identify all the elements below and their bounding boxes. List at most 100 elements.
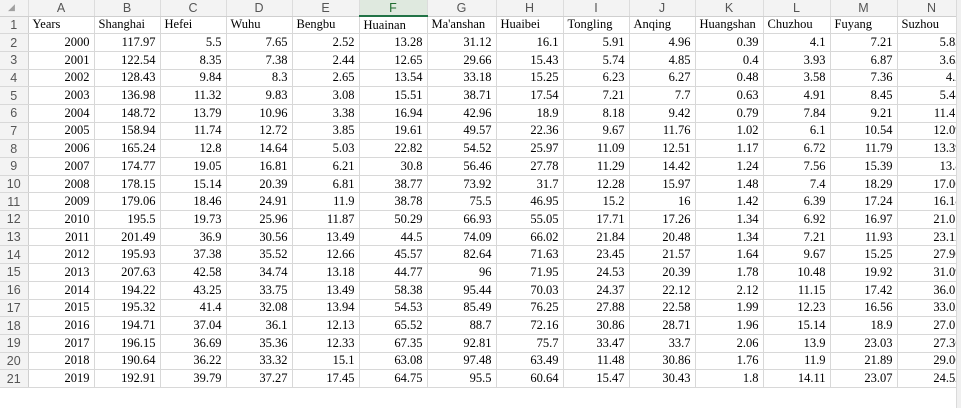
cell[interactable]: 36.1	[226, 316, 293, 335]
cell[interactable]: 76.25	[496, 299, 564, 318]
cell[interactable]: 2.65	[292, 69, 360, 88]
row-header[interactable]: 20	[0, 352, 29, 371]
cell[interactable]: 9.84	[160, 69, 227, 88]
cell[interactable]: 43.25	[160, 281, 227, 300]
column-header-c[interactable]: C	[160, 0, 227, 17]
cell[interactable]: 23.12	[897, 228, 956, 247]
cell[interactable]: 8.3	[226, 69, 293, 88]
cell[interactable]: 20.39	[629, 263, 696, 282]
cell[interactable]: 17.42	[830, 281, 898, 300]
cell[interactable]: Anqing	[629, 16, 696, 35]
cell[interactable]: 35.36	[226, 334, 293, 353]
cell[interactable]: 16.97	[830, 210, 898, 229]
cell[interactable]: 5.91	[563, 33, 630, 52]
cell[interactable]: 24.91	[226, 192, 293, 212]
cell[interactable]: 2008	[28, 175, 95, 194]
cell[interactable]: 46.95	[496, 192, 564, 212]
cell[interactable]: 13.8	[897, 157, 956, 176]
cell[interactable]: 25.96	[226, 210, 293, 229]
cell[interactable]: 194.71	[94, 316, 161, 335]
cell[interactable]: 13.79	[160, 104, 227, 123]
cell[interactable]: 6.92	[763, 210, 831, 229]
cell[interactable]: 2004	[28, 104, 95, 123]
cell[interactable]: 34.74	[226, 263, 293, 282]
cell[interactable]: 38.77	[359, 175, 428, 194]
cell[interactable]: 67.35	[359, 334, 428, 353]
cell[interactable]: Bengbu	[292, 16, 360, 35]
cell[interactable]: 7.7	[629, 86, 696, 105]
cell[interactable]: 11.93	[830, 228, 898, 247]
cell[interactable]: 13.54	[359, 69, 428, 88]
cell[interactable]: 11.09	[563, 139, 630, 158]
spreadsheet-grid[interactable]: ◢ ABCDEFGHIJKLMN 1 Years Shanghai Hefei Wuhu…	[0, 0, 956, 408]
cell[interactable]: 2010	[28, 210, 95, 229]
cell[interactable]: 7.56	[763, 157, 831, 176]
cell[interactable]: 29.06	[897, 352, 956, 371]
cell[interactable]: 3.08	[292, 86, 360, 105]
cell[interactable]: 27.07	[897, 316, 956, 335]
cell[interactable]: 2017	[28, 334, 95, 353]
cell[interactable]: 1.17	[695, 139, 764, 158]
cell[interactable]: 1.78	[695, 263, 764, 282]
cell[interactable]: 7.65	[226, 33, 293, 52]
cell[interactable]: 63.08	[359, 352, 428, 371]
cell[interactable]: 37.27	[226, 369, 293, 388]
cell[interactable]: 12.13	[292, 316, 360, 335]
cell[interactable]: 158.94	[94, 122, 161, 141]
cell[interactable]: 16.18	[897, 192, 956, 212]
cell[interactable]: 55.05	[496, 210, 564, 229]
cell[interactable]: 6.27	[629, 69, 696, 88]
cell[interactable]: 15.97	[629, 175, 696, 194]
column-header-b[interactable]: B	[94, 0, 161, 17]
cell[interactable]: Huangshan	[695, 16, 764, 35]
cell[interactable]: 54.53	[359, 299, 428, 318]
cell[interactable]: 25.97	[496, 139, 564, 158]
cell[interactable]: 6.39	[763, 192, 831, 212]
cell[interactable]: 9.67	[763, 245, 831, 265]
cell[interactable]: 12.51	[629, 139, 696, 158]
cell[interactable]: 2016	[28, 316, 95, 335]
cell[interactable]: 23.07	[830, 369, 898, 388]
cell[interactable]: 24.52	[897, 369, 956, 388]
cell[interactable]: 32.08	[226, 299, 293, 318]
cell[interactable]: 63.49	[496, 352, 564, 371]
cell[interactable]: 3.38	[292, 104, 360, 123]
cell[interactable]: 196.15	[94, 334, 161, 353]
cell[interactable]: 16	[629, 192, 696, 212]
cell[interactable]: 19.73	[160, 210, 227, 229]
cell[interactable]: 44.5	[359, 228, 428, 247]
cell[interactable]: 11.87	[292, 210, 360, 229]
cell[interactable]: 9.83	[226, 86, 293, 105]
cell[interactable]: 1.42	[695, 192, 764, 212]
cell[interactable]: 2001	[28, 51, 95, 70]
column-header-j[interactable]: J	[629, 0, 696, 17]
cell[interactable]: 11.76	[629, 122, 696, 141]
cell[interactable]: 10.48	[763, 263, 831, 282]
column-header-k[interactable]: K	[695, 0, 764, 17]
cell[interactable]: 24.53	[563, 263, 630, 282]
row-header[interactable]: 8	[0, 139, 29, 158]
cell[interactable]: 4.96	[629, 33, 696, 52]
cell[interactable]: 195.93	[94, 245, 161, 265]
cell[interactable]: 30.86	[563, 316, 630, 335]
cell[interactable]: 8.18	[563, 104, 630, 123]
cell[interactable]: 2011	[28, 228, 95, 247]
cell[interactable]: 17.24	[830, 192, 898, 212]
cell[interactable]: 71.63	[496, 245, 564, 265]
cell[interactable]: 7.21	[830, 33, 898, 52]
cell[interactable]: 23.03	[830, 334, 898, 353]
cell[interactable]: 15.1	[292, 352, 360, 371]
cell[interactable]: 1.48	[695, 175, 764, 194]
cell[interactable]: 36.9	[160, 228, 227, 247]
cell[interactable]: 5.48	[897, 86, 956, 105]
cell[interactable]: 30.43	[629, 369, 696, 388]
cell[interactable]: 22.58	[629, 299, 696, 318]
cell[interactable]: 201.49	[94, 228, 161, 247]
cell[interactable]: 2012	[28, 245, 95, 265]
cell[interactable]: 2002	[28, 69, 95, 88]
cell[interactable]: 0.39	[695, 33, 764, 52]
cell[interactable]: 15.14	[160, 175, 227, 194]
cell[interactable]: 2.12	[695, 281, 764, 300]
vertical-scrollbar[interactable]	[956, 0, 961, 408]
row-header[interactable]: 4	[0, 69, 29, 88]
